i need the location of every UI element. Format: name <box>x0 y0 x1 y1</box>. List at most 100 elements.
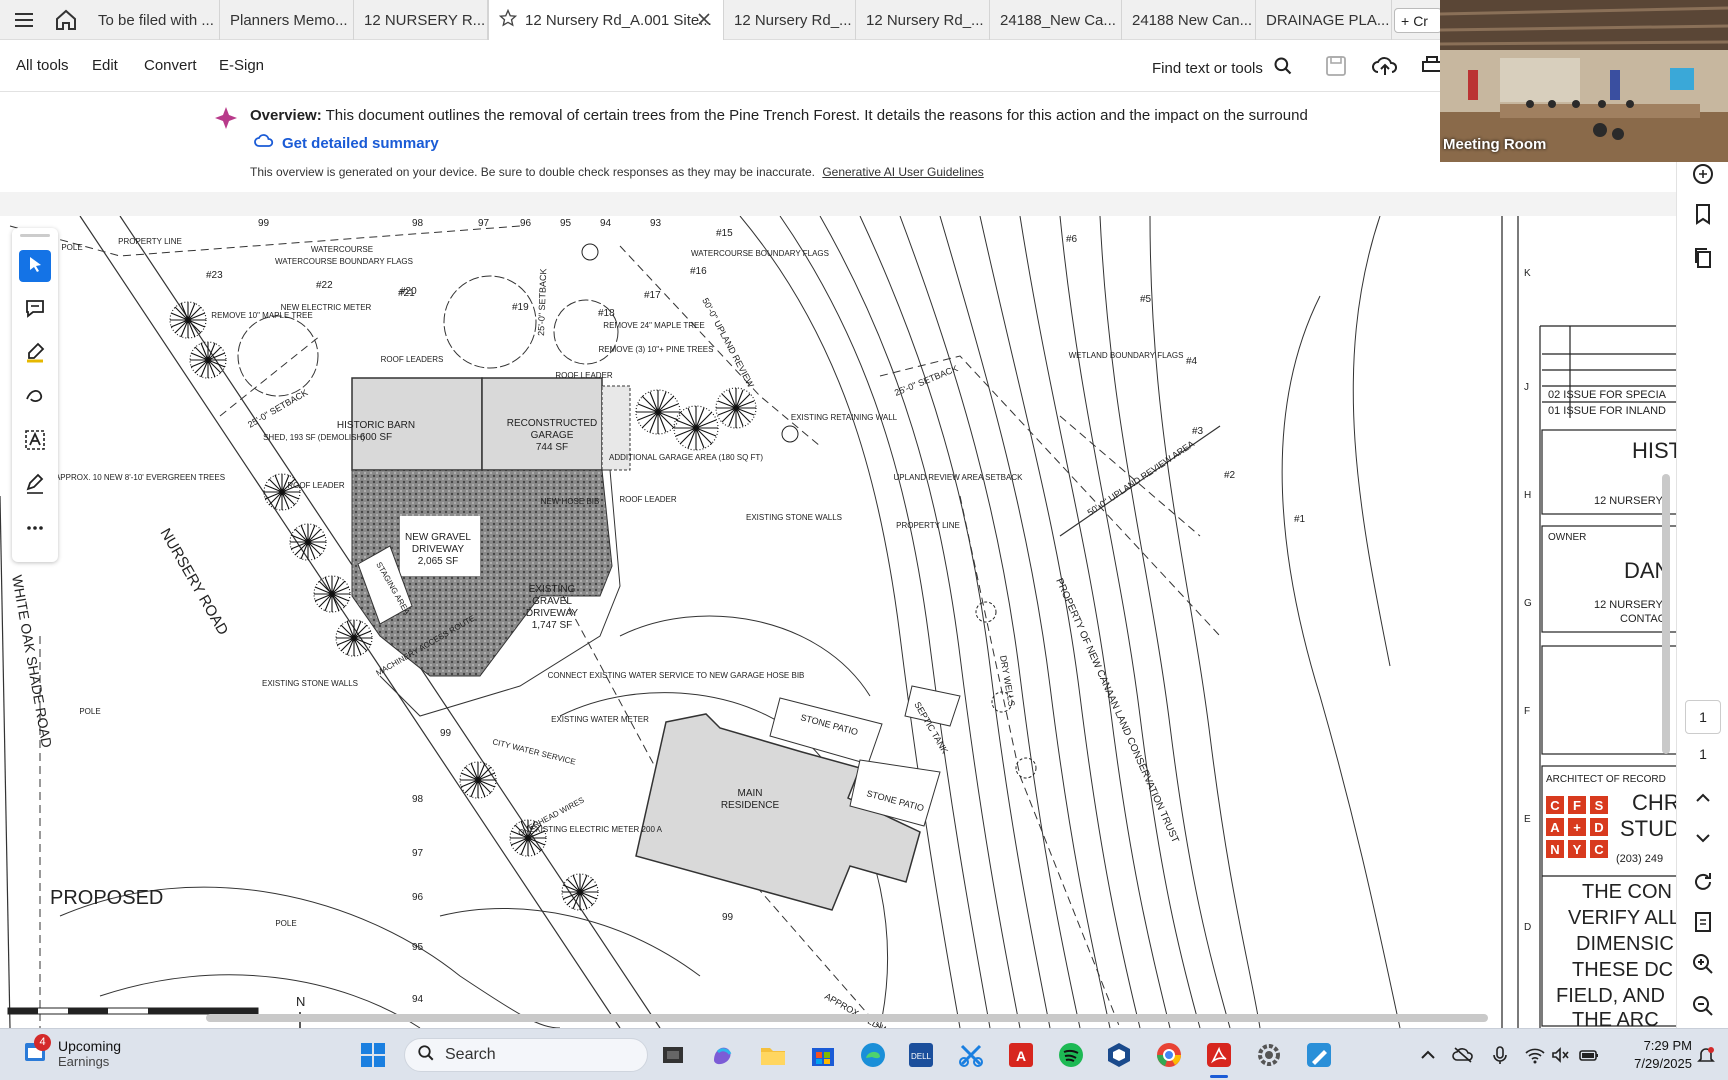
tab-24188-new-ca[interactable]: 24188_New Ca... <box>990 0 1122 40</box>
search-placeholder: Search <box>445 1046 496 1063</box>
label-north: N <box>296 994 305 1009</box>
label-setback-25b: 25'-0" SETBACK <box>246 387 309 429</box>
palette-grip[interactable] <box>20 234 50 237</box>
label-setback-50: 50'-0" UPLAND REVIEW <box>700 296 756 389</box>
tb-architect-name-1: CHR <box>1632 790 1676 815</box>
new-tab-button[interactable]: + Cr <box>1394 8 1442 33</box>
logo-letter: F <box>1573 798 1581 813</box>
zoom-out-icon[interactable] <box>1691 994 1715 1018</box>
wifi-icon[interactable] <box>1524 1045 1545 1065</box>
volume-muted-icon[interactable] <box>1550 1045 1570 1065</box>
tab-12-nursery-r[interactable]: 12 NURSERY R... <box>354 0 488 40</box>
select-tool[interactable] <box>19 250 51 282</box>
label-setback-25: 25'-0" SETBACK <box>893 363 959 398</box>
spotify-icon[interactable] <box>1056 1040 1086 1070</box>
search-icon <box>417 1044 435 1067</box>
label-new-hose-bib: NEW HOSE BIB <box>541 497 600 506</box>
bookmark-icon[interactable] <box>1691 202 1715 226</box>
tab-active-site-plan[interactable]: 12 Nursery Rd_A.001 Site... <box>488 0 724 40</box>
system-clock[interactable]: 7:29 PM 7/29/2025 <box>1610 1037 1692 1073</box>
tab-planners-memo[interactable]: Planners Memo... <box>220 0 354 40</box>
label-property-line: PROPERTY LINE <box>896 521 960 530</box>
upload-cloud-icon[interactable] <box>1372 54 1398 78</box>
label-existing-walls: EXISTING STONE WALLS <box>262 679 358 688</box>
copilot-icon[interactable] <box>708 1040 738 1070</box>
widget-subtitle: Earnings <box>58 1054 110 1069</box>
label-electric-meter: EXISTING ELECTRIC METER 200 A <box>530 825 663 834</box>
draw-tool[interactable] <box>19 382 51 414</box>
esign-menu[interactable]: E-Sign <box>219 57 264 74</box>
edit-menu[interactable]: Edit <box>92 57 118 74</box>
find-label: Find text or tools <box>1152 59 1263 77</box>
tab-drainage-plan[interactable]: DRAINAGE PLA... <box>1256 0 1392 40</box>
whiteboard-icon[interactable] <box>1304 1040 1334 1070</box>
elev-95b: 95 <box>412 942 424 953</box>
chevron-up-icon[interactable] <box>1418 1045 1438 1065</box>
microphone-icon[interactable] <box>1490 1045 1510 1065</box>
tb-owner-address: 12 NURSERY <box>1594 599 1664 611</box>
ai-assistant-icon[interactable] <box>1691 162 1715 186</box>
right-rail: 1 1 <box>1676 40 1728 1028</box>
more-tools-button[interactable] <box>19 514 51 546</box>
autocad-icon[interactable]: A <box>1006 1040 1036 1070</box>
pages-icon[interactable] <box>1691 246 1715 270</box>
get-detailed-summary-link[interactable]: Get detailed summary <box>254 133 439 153</box>
refresh-icon[interactable] <box>1691 870 1715 894</box>
zoom-in-icon[interactable] <box>1691 952 1715 976</box>
meeting-video-feed[interactable]: Meeting Room <box>1440 0 1728 162</box>
highlight-tool[interactable] <box>19 338 51 370</box>
notification-bell-icon[interactable] <box>1696 1045 1716 1065</box>
menu-icon[interactable] <box>12 8 36 32</box>
tab-24188-new-can[interactable]: 24188 New Can... <box>1122 0 1256 40</box>
label-evergreen-trees: APPROX. 10 NEW 8'-10' EVERGREEN TREES <box>55 473 225 482</box>
page-fit-icon[interactable] <box>1691 910 1715 934</box>
home-icon[interactable] <box>54 8 78 32</box>
dell-icon[interactable]: DELL <box>906 1040 936 1070</box>
task-view-icon[interactable] <box>658 1040 688 1070</box>
horizontal-scrollbar[interactable] <box>206 1014 1488 1022</box>
tab-12-nursery-rd-1[interactable]: 12 Nursery Rd_... <box>724 0 856 40</box>
all-tools-menu[interactable]: All tools <box>16 57 69 74</box>
elev-96b: 96 <box>412 892 424 903</box>
snipping-tool-icon[interactable] <box>956 1040 986 1070</box>
find-text-button[interactable]: Find text or tools <box>1152 56 1293 80</box>
tab-to-be-filed[interactable]: To be filed with ... <box>88 0 220 40</box>
label-additional-garage: ADDITIONAL GARAGE AREA (180 SQ FT) <box>609 453 763 462</box>
sketchup-icon[interactable] <box>1104 1040 1134 1070</box>
chevron-up-icon[interactable] <box>1691 786 1715 810</box>
comment-tool[interactable] <box>19 294 51 326</box>
label-roof-leader: ROOF LEADER <box>555 371 613 380</box>
acrobat-icon[interactable] <box>1204 1040 1234 1070</box>
settings-icon[interactable] <box>1254 1040 1284 1070</box>
edge-icon[interactable] <box>858 1040 888 1070</box>
chevron-down-icon[interactable] <box>1691 826 1715 850</box>
ai-sparkle-icon <box>214 106 238 135</box>
disclaimer-text: This overview is generated on your devic… <box>250 165 815 179</box>
label-dry-wells: DRY WELLS <box>998 655 1017 708</box>
onedrive-off-icon[interactable] <box>1452 1045 1473 1065</box>
vertical-scrollbar[interactable] <box>1662 474 1670 754</box>
active-app-indicator <box>1210 1075 1228 1078</box>
file-explorer-icon[interactable] <box>758 1040 788 1070</box>
battery-icon[interactable] <box>1578 1045 1598 1065</box>
flag-3: #3 <box>1192 426 1204 437</box>
sign-tool[interactable] <box>19 470 51 502</box>
chrome-icon[interactable] <box>1154 1040 1184 1070</box>
taskbar-search[interactable]: Search <box>404 1038 648 1072</box>
windows-start-icon[interactable] <box>358 1040 388 1070</box>
label-city-water: CITY WATER SERVICE <box>492 737 577 766</box>
star-icon[interactable] <box>498 8 518 31</box>
ai-guidelines-link[interactable]: Generative AI User Guidelines <box>822 165 983 179</box>
close-icon[interactable] <box>697 12 711 30</box>
microsoft-store-icon[interactable] <box>808 1040 838 1070</box>
save-icon[interactable] <box>1324 54 1348 78</box>
ai-overview-panel: Overview: This document outlines the rem… <box>204 96 1544 192</box>
pdf-page[interactable]: HISTORIC BARN 600 SF RECONSTRUCTED GARAG… <box>0 216 1676 1028</box>
page-number-input[interactable]: 1 <box>1685 700 1721 734</box>
text-tool[interactable] <box>19 426 51 458</box>
logo-letter: C <box>1594 842 1604 857</box>
flag-18: #18 <box>598 308 615 319</box>
tab-12-nursery-rd-2[interactable]: 12 Nursery Rd_... <box>856 0 990 40</box>
convert-menu[interactable]: Convert <box>144 57 197 74</box>
label-retaining-wall: EXISTING RETAINING WALL <box>791 413 898 422</box>
